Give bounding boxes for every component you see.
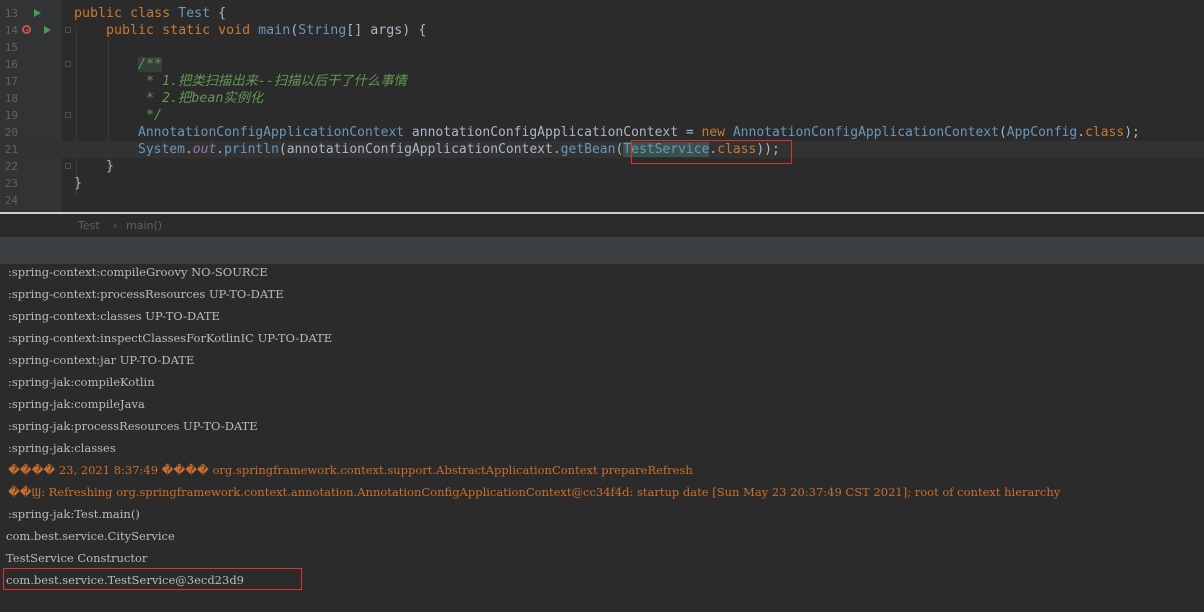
code-line-15: 15 <box>0 39 1204 56</box>
doc-comment: /** <box>138 57 163 72</box>
code-line-14: 14 public static void main(String[] args… <box>0 22 1204 39</box>
line-number: 15 <box>4 41 18 54</box>
line-number: 14 <box>4 24 18 37</box>
run-panel-header <box>0 237 1204 265</box>
fold-marker-icon[interactable] <box>65 61 71 67</box>
console-line: :spring-context:compileGroovy NO-SOURCE <box>8 265 268 279</box>
brace: } <box>74 176 83 191</box>
line-number: 16 <box>4 58 18 71</box>
type-name: System <box>138 142 185 157</box>
keyword: static <box>162 23 211 38</box>
line-number: 13 <box>4 7 18 20</box>
line-number: 24 <box>4 194 18 207</box>
keyword: class <box>130 6 171 21</box>
static-field: out <box>192 142 217 157</box>
code-text: ); <box>1124 125 1140 140</box>
class-name: Test <box>178 6 211 21</box>
doc-comment: * 1.把类扫描出来--扫描以后干了什么事情 <box>138 74 407 89</box>
line-number: 21 <box>4 143 18 156</box>
doc-comment: * 2.把bean实例化 <box>138 91 264 106</box>
breadcrumb: Test › main() <box>0 214 1204 237</box>
keyword: public <box>106 23 155 38</box>
console-line: com.best.service.CityService <box>6 529 175 543</box>
console-line: :spring-context:classes UP-TO-DATE <box>8 309 220 323</box>
code-text: annotationConfigApplicationContext = <box>404 125 702 140</box>
code-text: [] args) { <box>346 23 427 38</box>
line-number: 22 <box>4 160 18 173</box>
keyword: public <box>74 6 123 21</box>
console-line: :spring-jak:processResources UP-TO-DATE <box>8 419 258 433</box>
paren: ( <box>998 125 1007 140</box>
code-line-19: 19 */ <box>0 107 1204 124</box>
console-line: :spring-context:inspectClassesForKotlinI… <box>8 331 333 345</box>
breadcrumb-separator-icon: › <box>113 219 118 232</box>
brace: { <box>218 6 227 21</box>
keyword: void <box>218 23 251 38</box>
console-output[interactable]: :spring-context:compileGroovy NO-SOURCE … <box>0 264 1204 612</box>
line-number: 19 <box>4 109 18 122</box>
code-line-21: 21 System.out.println(annotationConfigAp… <box>0 141 1204 158</box>
code-line-13: 13 public class Test { <box>0 5 1204 22</box>
code-editor[interactable]: 13 public class Test { 14 public static … <box>0 0 1204 212</box>
line-number: 18 <box>4 92 18 105</box>
line-number: 17 <box>4 75 18 88</box>
line-number: 20 <box>4 126 18 139</box>
line-number: 23 <box>4 177 18 190</box>
keyword: new <box>701 125 726 140</box>
code-line-20: 20 AnnotationConfigApplicationContext an… <box>0 124 1204 141</box>
console-line: TestService Constructor <box>6 551 148 565</box>
run-main-icon[interactable] <box>44 26 51 34</box>
dot: . <box>1077 125 1086 140</box>
breadcrumb-item-test[interactable]: Test <box>78 219 100 232</box>
method-name: main <box>258 23 291 38</box>
breakpoint-icon[interactable] <box>22 25 31 34</box>
code-line-22: 22 } <box>0 158 1204 175</box>
highlight-box <box>3 568 302 590</box>
type-name: String <box>298 23 347 38</box>
dot: . <box>216 142 225 157</box>
code-text: (annotationConfigApplicationContext. <box>278 142 561 157</box>
fold-marker-icon[interactable] <box>65 27 71 33</box>
dot: . <box>184 142 193 157</box>
doc-comment: */ <box>138 108 163 123</box>
brace: } <box>106 159 115 174</box>
code-line-23: 23 } <box>0 175 1204 192</box>
keyword: class <box>1085 125 1125 140</box>
code-line-17: 17 * 1.把类扫描出来--扫描以后干了什么事情 <box>0 73 1204 90</box>
type-name: AnnotationConfigApplicationContext <box>138 125 405 140</box>
run-class-icon[interactable] <box>34 9 41 17</box>
type-name: AnnotationConfigApplicationContext <box>725 125 999 140</box>
console-line: :spring-jak:classes <box>8 441 116 455</box>
breadcrumb-item-main[interactable]: main() <box>126 219 162 232</box>
console-line: :spring-jak:Test.main() <box>8 507 140 521</box>
console-line: :spring-jak:compileJava <box>8 397 145 411</box>
method-name: getBean <box>560 142 616 157</box>
console-line: :spring-jak:compileKotlin <box>8 375 155 389</box>
code-line-16: 16 /** <box>0 56 1204 73</box>
fold-marker-icon[interactable] <box>65 163 71 169</box>
console-log-line: ���� 23, 2021 8:37:49 ���� org.springfra… <box>8 463 693 477</box>
code-line-24: 24 <box>0 192 1204 209</box>
method-name: println <box>224 142 279 157</box>
code-line-18: 18 * 2.把bean实例化 <box>0 90 1204 107</box>
type-name: AppConfig <box>1006 125 1078 140</box>
fold-marker-icon[interactable] <box>65 112 71 118</box>
console-line: :spring-context:processResources UP-TO-D… <box>8 287 284 301</box>
console-log-line: ��Ϣ: Refreshing org.springframework.cont… <box>8 485 1061 499</box>
console-line: :spring-context:jar UP-TO-DATE <box>8 353 195 367</box>
